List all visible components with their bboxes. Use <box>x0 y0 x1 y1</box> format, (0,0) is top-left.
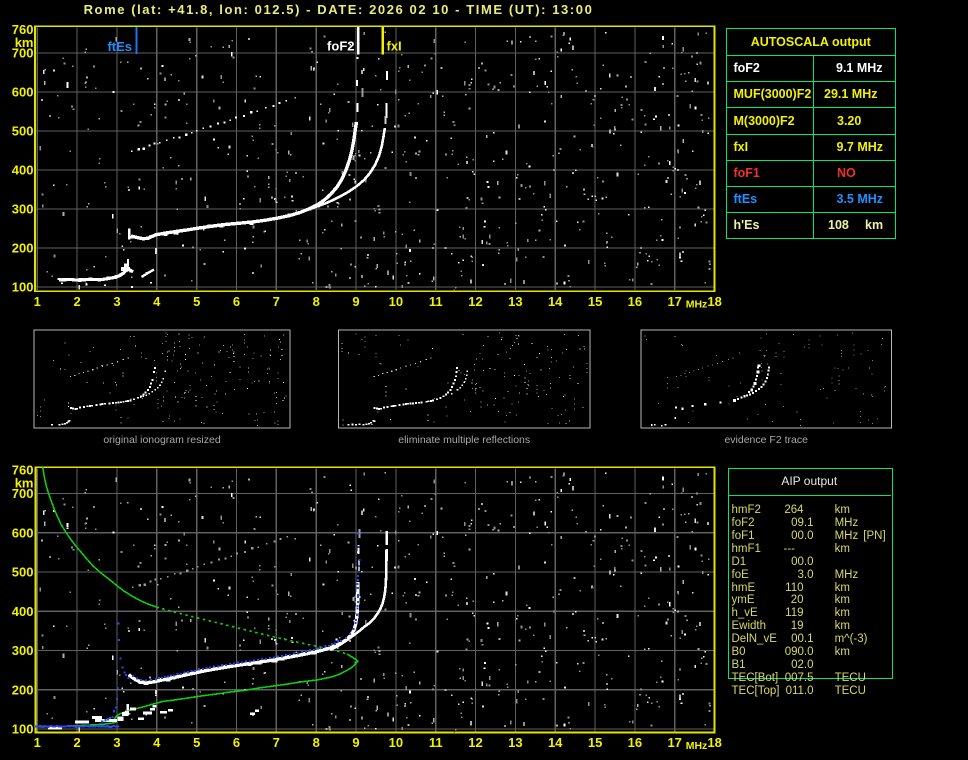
svg-text:500: 500 <box>12 124 34 139</box>
svg-text:6: 6 <box>233 735 240 750</box>
svg-text:9: 9 <box>352 294 359 309</box>
svg-text:4: 4 <box>153 294 161 309</box>
svg-text:11: 11 <box>429 735 443 750</box>
svg-text:evidence F2 trace: evidence F2 trace <box>724 434 808 446</box>
svg-text:200: 200 <box>12 241 34 256</box>
svg-text:ftEs: ftEs <box>107 39 132 54</box>
svg-text:100: 100 <box>12 280 34 295</box>
svg-text:18: 18 <box>707 294 721 309</box>
svg-text:15: 15 <box>588 735 602 750</box>
svg-text:16: 16 <box>628 294 642 309</box>
svg-text:14: 14 <box>548 735 563 750</box>
svg-text:600: 600 <box>12 525 34 540</box>
svg-text:1: 1 <box>34 294 41 309</box>
svg-text:13: 13 <box>508 294 522 309</box>
svg-text:11: 11 <box>429 294 443 309</box>
svg-text:12: 12 <box>468 735 482 750</box>
svg-text:700: 700 <box>12 486 34 501</box>
svg-text:4: 4 <box>153 735 161 750</box>
svg-text:700: 700 <box>12 46 34 61</box>
svg-text:2: 2 <box>73 735 80 750</box>
svg-text:17: 17 <box>667 294 681 309</box>
svg-text:14: 14 <box>548 294 563 309</box>
svg-text:2: 2 <box>73 294 80 309</box>
svg-text:7: 7 <box>273 735 280 750</box>
svg-text:13: 13 <box>508 735 522 750</box>
svg-text:3: 3 <box>113 294 120 309</box>
svg-text:12: 12 <box>468 294 482 309</box>
svg-text:17: 17 <box>667 735 681 750</box>
svg-text:Rome (lat: +41.8, lon: 012.5): Rome (lat: +41.8, lon: 012.5) - DATE: 20… <box>84 2 594 17</box>
svg-text:eliminate multiple reflections: eliminate multiple reflections <box>398 434 530 446</box>
svg-text:MHz: MHz <box>686 740 708 752</box>
svg-text:10: 10 <box>389 294 403 309</box>
svg-text:500: 500 <box>12 565 34 580</box>
svg-text:16: 16 <box>628 735 642 750</box>
svg-text:10: 10 <box>389 735 403 750</box>
svg-text:MHz: MHz <box>686 299 708 311</box>
svg-text:9: 9 <box>352 735 359 750</box>
svg-text:5: 5 <box>193 735 200 750</box>
svg-text:foF2: foF2 <box>327 39 354 54</box>
svg-text:100: 100 <box>12 722 34 737</box>
svg-text:300: 300 <box>12 643 34 658</box>
svg-text:400: 400 <box>12 604 34 619</box>
svg-text:8: 8 <box>313 294 320 309</box>
svg-text:8: 8 <box>313 735 320 750</box>
svg-text:300: 300 <box>12 202 34 217</box>
svg-text:fxI: fxI <box>387 39 402 54</box>
svg-text:5: 5 <box>193 294 200 309</box>
svg-text:6: 6 <box>233 294 240 309</box>
svg-text:600: 600 <box>12 85 34 100</box>
svg-text:18: 18 <box>707 735 721 750</box>
svg-text:original ionogram resized: original ionogram resized <box>103 434 220 446</box>
svg-text:1: 1 <box>34 735 41 750</box>
svg-text:200: 200 <box>12 682 34 697</box>
svg-text:400: 400 <box>12 163 34 178</box>
svg-text:7: 7 <box>273 294 280 309</box>
svg-text:15: 15 <box>588 294 602 309</box>
svg-text:3: 3 <box>113 735 120 750</box>
